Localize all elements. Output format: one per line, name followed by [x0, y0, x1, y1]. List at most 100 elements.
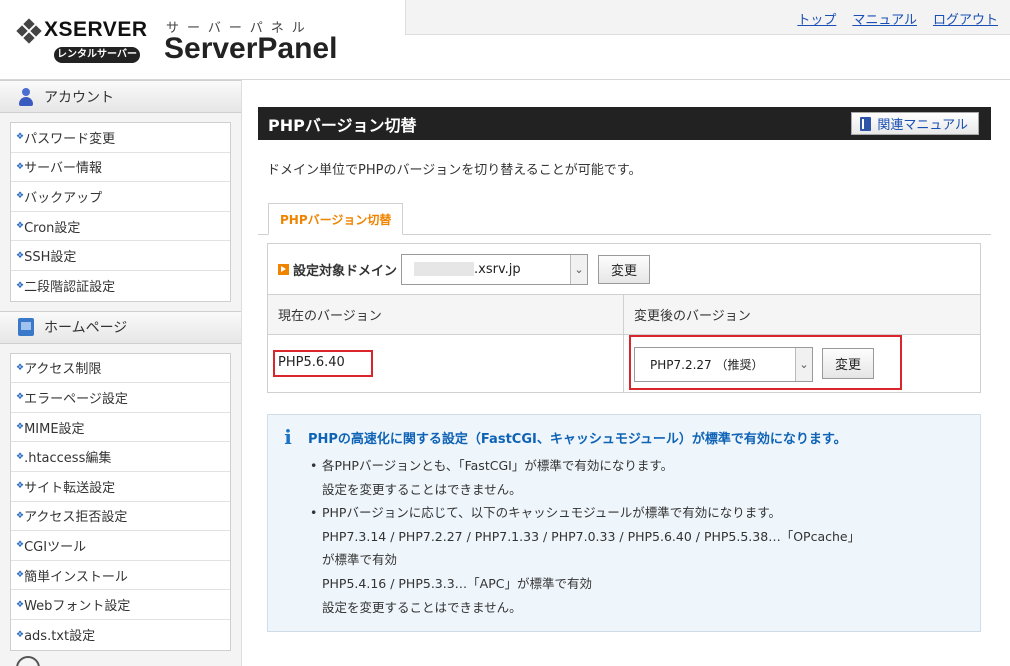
- sidebar-item-label: SSH設定: [24, 250, 77, 266]
- list-item: • PHPバージョンに応じて、以下のキャッシュモジュールが標準で有効になります。: [310, 501, 980, 525]
- sidebar-item-ssh[interactable]: ❖ SSH設定: [11, 241, 230, 271]
- double-arrow-icon: ❖: [16, 191, 24, 202]
- double-arrow-icon: ❖: [16, 451, 24, 462]
- info-text: 設定を変更することはできません。: [322, 599, 522, 615]
- new-version-header: 変更後のバージョン: [634, 309, 751, 324]
- sidebar-item-error-page[interactable]: ❖ エラーページ設定: [11, 383, 230, 413]
- sidebar-item-easy-install[interactable]: ❖ 簡単インストール: [11, 561, 230, 591]
- info-icon: i: [284, 425, 292, 449]
- info-text: 各PHPバージョンとも、「FastCGI」が標準で有効になります。: [322, 458, 674, 473]
- double-arrow-icon: ❖: [16, 161, 24, 172]
- sidebar-item-webfont[interactable]: ❖ Webフォント設定: [11, 590, 230, 620]
- redacted-domain: [414, 262, 475, 276]
- double-arrow-icon: ❖: [16, 221, 24, 232]
- app-header: XSERVER レンタルサーバー サーバーパネル ServerPanel トップ…: [0, 0, 1010, 80]
- sidebar-item-label: アクセス制限: [24, 362, 102, 378]
- highlight-new-version: [629, 335, 902, 390]
- double-arrow-icon: ❖: [16, 481, 24, 492]
- info-title: i PHPの高速化に関する設定（FastCGI、キャッシュモジュール）が標準で有…: [280, 427, 980, 447]
- header-nav-bar: トップ マニュアル ログアウト: [405, 0, 1010, 35]
- sidebar-item-label: ads.txt設定: [24, 629, 96, 645]
- double-arrow-icon: ❖: [16, 540, 24, 551]
- highlight-current-version: [273, 350, 373, 377]
- double-arrow-icon: ❖: [16, 629, 24, 640]
- sidebar-item-label: CGIツール: [24, 539, 87, 555]
- related-manual-label: 関連マニュアル: [877, 118, 968, 133]
- double-arrow-icon: ❖: [16, 132, 24, 143]
- logo-word: XSERVER: [44, 18, 148, 41]
- sidebar-item-password[interactable]: ❖ パスワード変更: [11, 123, 230, 153]
- bullet-icon: •: [310, 458, 318, 473]
- next-section-icon: [16, 656, 40, 666]
- double-arrow-icon: ❖: [16, 510, 24, 521]
- tab-bar: PHPバージョン切替: [258, 203, 991, 235]
- new-version-cell: PHP7.2.27 （推奨） ⌄ 変更: [624, 335, 980, 392]
- top-link[interactable]: トップ: [797, 9, 836, 28]
- sidebar-item-access-deny[interactable]: ❖ アクセス拒否設定: [11, 502, 230, 532]
- sidebar-list-account: ❖ パスワード変更 ❖ サーバー情報 ❖ バックアップ ❖ Cron設定 ❖ SSH設定 …: [10, 122, 231, 302]
- sidebar-item-backup[interactable]: ❖ バックアップ: [11, 182, 230, 212]
- double-arrow-icon: ❖: [16, 362, 24, 373]
- sidebar-item-cron[interactable]: ❖ Cron設定: [11, 212, 230, 242]
- sidebar-section-account: アカウント ❖ パスワード変更 ❖ サーバー情報 ❖ バックアップ ❖ Cron設定 ❖…: [0, 80, 241, 302]
- user-icon: [18, 87, 34, 106]
- info-text: が標準で有効: [322, 552, 398, 568]
- sidebar-list-homepage: ❖ アクセス制限 ❖ エラーページ設定 ❖ MIME設定 ❖ .htaccess編集 ❖…: [10, 352, 231, 651]
- sidebar-item-label: アクセス拒否設定: [24, 510, 128, 526]
- sidebar-section-homepage: ホームページ ❖ アクセス制限 ❖ エラーページ設定 ❖ MIME設定 ❖ .htacc…: [0, 310, 241, 651]
- sidebar-item-ads-txt[interactable]: ❖ ads.txt設定: [11, 620, 230, 650]
- logo[interactable]: XSERVER レンタルサーバー サーバーパネル ServerPanel: [16, 14, 408, 70]
- sidebar-item-server-info[interactable]: ❖ サーバー情報: [11, 153, 230, 183]
- sidebar-item-label: 簡単インストール: [24, 569, 128, 585]
- logout-link[interactable]: ログアウト: [933, 9, 998, 28]
- sidebar-item-mime[interactable]: ❖ MIME設定: [11, 413, 230, 443]
- sidebar-item-label: .htaccess編集: [24, 451, 112, 467]
- domain-row: 設定対象ドメイン .xsrv.jp ⌄ 変更: [268, 244, 980, 295]
- info-text: PHPバージョンに応じて、以下のキャッシュモジュールが標準で有効になります。: [322, 505, 781, 521]
- homepage-icon: [18, 318, 34, 337]
- sidebar-item-label: Cron設定: [24, 220, 81, 236]
- related-manual-button[interactable]: 関連マニュアル: [851, 112, 979, 135]
- sidebar-item-htaccess[interactable]: ❖ .htaccess編集: [11, 442, 230, 472]
- bullet-icon: •: [310, 505, 318, 521]
- sidebar-item-label: パスワード変更: [24, 131, 116, 147]
- sidebar-item-label: サーバー情報: [24, 161, 102, 177]
- sidebar-item-label: エラーページ設定: [24, 391, 128, 407]
- tab-php-version[interactable]: PHPバージョン切替: [268, 203, 404, 235]
- info-text: 設定を変更することはできません。: [322, 481, 522, 497]
- double-arrow-icon: ❖: [16, 599, 24, 610]
- sidebar-item-access-restriction[interactable]: ❖ アクセス制限: [11, 354, 230, 384]
- page-title: PHPバージョン切替: [268, 115, 417, 135]
- logo-title: ServerPanel: [164, 32, 338, 65]
- info-title-text: PHPの高速化に関する設定（FastCGI、キャッシュモジュール）が標準で有効に…: [308, 431, 847, 447]
- info-box: i PHPの高速化に関する設定（FastCGI、キャッシュモジュール）が標準で有…: [267, 414, 981, 633]
- double-arrow-icon: ❖: [16, 392, 24, 403]
- sidebar-heading-label: アカウント: [44, 89, 114, 106]
- version-table-row: PHP5.6.40 PHP7.2.27 （推奨） ⌄ 変更: [268, 335, 980, 392]
- header-links: トップ マニュアル ログアウト: [797, 9, 998, 28]
- sidebar-item-site-redirect[interactable]: ❖ サイト転送設定: [11, 472, 230, 502]
- domain-select[interactable]: .xsrv.jp ⌄: [401, 253, 589, 285]
- list-item: • 各PHPバージョンとも、「FastCGI」が標準で有効になります。: [310, 454, 980, 478]
- sidebar-item-label: Webフォント設定: [24, 599, 131, 615]
- version-table-header: 現在のバージョン 変更後のバージョン: [268, 295, 980, 335]
- logo-badge: レンタルサーバー: [54, 47, 140, 63]
- main-content: PHPバージョン切替 関連マニュアル ドメイン単位でPHPのバージョンを切り替え…: [258, 107, 991, 633]
- version-panel: 設定対象ドメイン .xsrv.jp ⌄ 変更 現在のバージョン 変更後のバージョ…: [267, 243, 981, 393]
- xserver-logo-icon: [16, 18, 42, 44]
- double-arrow-icon: ❖: [16, 422, 24, 433]
- arrow-right-icon: [278, 263, 289, 275]
- sidebar-item-2fa[interactable]: ❖ 二段階認証設定: [11, 271, 230, 301]
- sidebar-item-label: 二段階認証設定: [24, 280, 116, 296]
- manual-link[interactable]: マニュアル: [852, 9, 917, 28]
- current-version-header: 現在のバージョン: [268, 295, 624, 334]
- sidebar-heading-homepage: ホームページ: [0, 310, 241, 344]
- sidebar-item-cgi-tools[interactable]: ❖ CGIツール: [11, 531, 230, 561]
- page-description: ドメイン単位でPHPのバージョンを切り替えることが可能です。: [267, 163, 642, 178]
- domain-select-value: .xsrv.jp: [474, 261, 521, 277]
- sidebar-heading-label: ホームページ: [44, 320, 128, 337]
- domain-change-button[interactable]: 変更: [598, 254, 651, 284]
- book-icon: [860, 116, 872, 131]
- double-arrow-icon: ❖: [16, 570, 24, 581]
- double-arrow-icon: ❖: [16, 250, 24, 261]
